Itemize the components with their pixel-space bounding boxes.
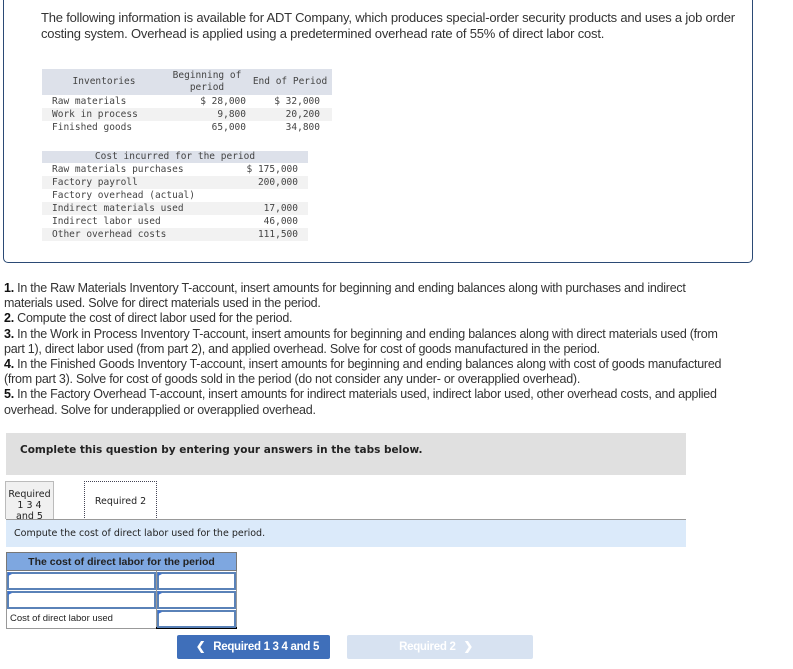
table-row: Raw materials purchases $ 175,000 bbox=[42, 163, 308, 176]
tab-label: Required 2 bbox=[94, 496, 147, 507]
row-beginning: $ 28,000 bbox=[200, 96, 246, 107]
instruction-bar: Compute the cost of direct labor used fo… bbox=[6, 520, 686, 547]
requirement-item: 2. Compute the cost of direct labor used… bbox=[4, 311, 734, 326]
inventories-table: Inventories Beginning of period End of P… bbox=[42, 69, 332, 134]
prev-tab-button[interactable]: ❮ Required 1 3 4 and 5 bbox=[177, 635, 330, 659]
inventories-header-row: Inventories Beginning of period End of P… bbox=[42, 69, 332, 95]
row-end: $ 32,000 bbox=[274, 96, 320, 107]
table-row: Work in process 9,800 20,200 bbox=[42, 108, 332, 121]
tab-required-2[interactable]: Required 2 bbox=[84, 481, 157, 520]
table-row: Finished goods 65,000 34,800 bbox=[42, 121, 332, 134]
requirement-text: In the Work in Process Inventory T-accou… bbox=[4, 326, 718, 356]
answer-row bbox=[6, 570, 237, 590]
row-end: 34,800 bbox=[285, 122, 320, 133]
row-label: Indirect labor used bbox=[52, 216, 161, 227]
total-label: Cost of direct labor used bbox=[6, 608, 157, 629]
requirement-item: 1. In the Raw Materials Inventory T-acco… bbox=[4, 281, 734, 311]
requirement-number: 1. bbox=[4, 281, 14, 295]
requirement-item: 4. In the Finished Goods Inventory T-acc… bbox=[4, 357, 734, 387]
row-label: Raw materials purchases bbox=[52, 164, 184, 175]
requirement-text: In the Finished Goods Inventory T-accoun… bbox=[4, 357, 722, 387]
answer-label-cell bbox=[6, 570, 157, 590]
costs-header-row: Cost incurred for the period bbox=[42, 151, 308, 163]
row-label: Factory payroll bbox=[42, 176, 225, 189]
tab-required-1-3-4-and-5[interactable]: Required 1 3 4 and 5 bbox=[5, 481, 54, 522]
row-value: 111,500 bbox=[224, 228, 308, 241]
amount-input-2[interactable] bbox=[157, 590, 236, 609]
answer-table: The cost of direct labor for the period … bbox=[6, 552, 237, 629]
prev-tab-label: Required 1 3 4 and 5 bbox=[213, 641, 320, 653]
problem-intro: The following information is available f… bbox=[41, 10, 735, 41]
label-dropdown-input-1[interactable] bbox=[7, 571, 156, 590]
row-beginning: 65,000 bbox=[211, 122, 246, 133]
row-label: Work in process bbox=[42, 108, 166, 121]
table-row: Raw materials $ 28,000 $ 32,000 bbox=[42, 95, 332, 108]
requirement-number: 3. bbox=[4, 326, 14, 341]
table-row: Indirect materials used 17,000 bbox=[42, 202, 308, 215]
table-row: Other overhead costs 111,500 bbox=[42, 228, 308, 241]
chevron-right-icon: ❯ bbox=[463, 641, 474, 653]
row-label: Factory overhead (actual) bbox=[52, 190, 195, 201]
row-beginning: 9,800 bbox=[166, 108, 248, 121]
requirement-text: In the Factory Overhead T-account, inser… bbox=[4, 387, 717, 417]
answer-label-cell bbox=[6, 589, 157, 609]
header-beginning: Beginning of period bbox=[166, 69, 248, 95]
row-end: 20,200 bbox=[248, 108, 332, 121]
requirement-item: 3. In the Work in Process Inventory T-ac… bbox=[4, 327, 734, 357]
row-value bbox=[224, 189, 308, 202]
row-label: Raw materials bbox=[52, 96, 127, 107]
row-value: $ 175,000 bbox=[246, 164, 298, 175]
instruction-text: Compute the cost of direct labor used fo… bbox=[14, 528, 266, 539]
header-inventories: Inventories bbox=[42, 69, 166, 95]
costs-table: Cost incurred for the period Raw materia… bbox=[42, 151, 308, 241]
answer-amount-cell bbox=[156, 608, 237, 629]
answer-amount-cell bbox=[156, 570, 237, 590]
answer-table-header: The cost of direct labor for the period bbox=[6, 552, 237, 571]
row-value: 46,000 bbox=[263, 216, 298, 227]
answer-total-row: Cost of direct labor used bbox=[6, 608, 237, 629]
table-row: Factory overhead (actual) bbox=[42, 189, 308, 202]
table-row: Indirect labor used 46,000 bbox=[42, 215, 308, 228]
next-tab-label: Required 2 bbox=[399, 641, 456, 653]
complete-question-banner: Complete this question by entering your … bbox=[6, 433, 686, 475]
requirement-number: 4. bbox=[4, 357, 14, 372]
header-costs: Cost incurred for the period bbox=[42, 151, 308, 163]
requirement-text: Compute the cost of direct labor used fo… bbox=[13, 311, 293, 326]
requirement-item: 5. In the Factory Overhead T-account, in… bbox=[4, 387, 734, 417]
label-dropdown-input-2[interactable] bbox=[7, 590, 156, 609]
total-amount-input[interactable] bbox=[157, 609, 236, 628]
row-value: 200,000 bbox=[224, 176, 308, 189]
requirement-text: In the Raw Materials Inventory T-account… bbox=[4, 281, 686, 311]
answer-amount-cell bbox=[156, 589, 237, 609]
tab-label-line1: Required 1 3 4 bbox=[8, 489, 51, 511]
complete-prompt: Complete this question by entering your … bbox=[20, 444, 423, 456]
next-tab-button[interactable]: Required 2 ❯ bbox=[347, 635, 533, 659]
header-end: End of Period bbox=[248, 69, 332, 95]
requirement-number: 2. bbox=[4, 311, 14, 326]
chevron-left-icon: ❮ bbox=[195, 641, 206, 653]
requirements-list: 1. In the Raw Materials Inventory T-acco… bbox=[4, 281, 734, 418]
row-value: 17,000 bbox=[224, 202, 308, 215]
amount-input-1[interactable] bbox=[157, 571, 236, 590]
answer-header-row: The cost of direct labor for the period bbox=[6, 552, 237, 571]
requirement-number: 5. bbox=[4, 387, 14, 402]
answer-row bbox=[6, 589, 237, 609]
table-row: Factory payroll 200,000 bbox=[42, 176, 308, 189]
problem-info-box: The following information is available f… bbox=[3, 0, 753, 263]
row-label: Indirect materials used bbox=[42, 202, 225, 215]
row-label: Other overhead costs bbox=[42, 228, 225, 241]
row-label: Finished goods bbox=[52, 122, 133, 133]
